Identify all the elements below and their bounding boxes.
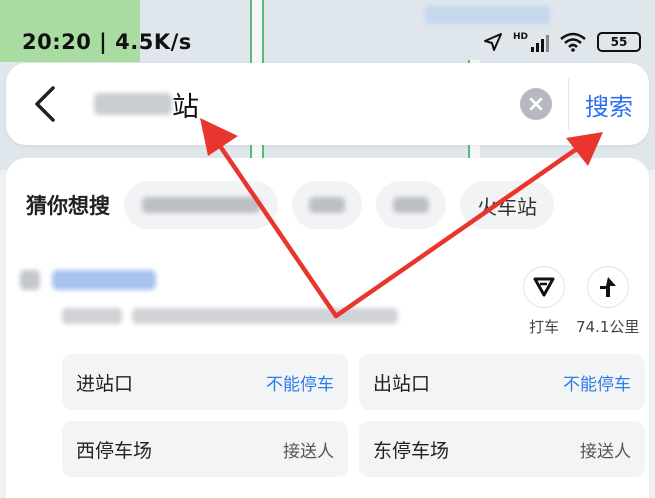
poi-title[interactable] [20, 270, 156, 290]
tile-exit[interactable]: 出站口 不能停车 [359, 354, 645, 410]
status-bar: 20:20 | 4.5K/s HD 55 [0, 24, 655, 60]
route-arrow-icon [599, 277, 616, 297]
close-icon [529, 97, 543, 111]
tile-west-parking[interactable]: 西停车场 接送人 [62, 421, 348, 477]
search-bar: 站 搜索 [6, 63, 649, 145]
taxi-label: 打车 [528, 318, 559, 336]
tile-entrance[interactable]: 进站口 不能停车 [62, 354, 348, 410]
chevron-left-icon [35, 86, 55, 122]
taxi-icon [533, 277, 555, 297]
suggestion-chip[interactable] [124, 181, 278, 229]
wifi-icon [560, 32, 586, 52]
status-time-speed: 20:20 | 4.5K/s [22, 30, 192, 54]
tile-tag: 不能停车 [266, 374, 334, 395]
blurred-address-text [62, 308, 122, 324]
search-query-suffix: 站 [172, 91, 199, 123]
clear-button[interactable] [520, 88, 552, 120]
suggestion-chip[interactable] [376, 181, 446, 229]
back-button[interactable] [6, 63, 84, 145]
taxi-icon-circle [523, 266, 565, 308]
cellular-signal: HD [512, 31, 549, 52]
route-button[interactable]: 74.1公里 [576, 266, 639, 337]
guess-label: 猜你想搜 [26, 194, 110, 218]
suggestion-chip-train-station[interactable]: 火车站 [460, 181, 554, 229]
signal-bars-icon [531, 34, 549, 52]
blurred-address-text [132, 308, 398, 324]
tile-name: 西停车场 [76, 439, 153, 462]
taxi-button[interactable]: 打车 [523, 266, 565, 337]
blurred-chip-text [393, 197, 429, 213]
suggestion-chip[interactable] [292, 181, 362, 229]
tile-east-parking[interactable]: 东停车场 接送人 [359, 421, 645, 477]
search-input[interactable]: 站 [84, 85, 520, 124]
location-arrow-icon [483, 33, 502, 51]
blurred-poi-name [52, 270, 156, 290]
search-result-panel: 猜你想搜 火车站 打车 74.1公里 进站口 不能停车 出站口 不能停车 西停车… [6, 158, 649, 498]
poi-address [62, 308, 398, 324]
network-badge: HD [512, 31, 528, 42]
distance-label: 74.1公里 [576, 318, 640, 336]
search-button[interactable]: 搜索 [569, 87, 649, 122]
blurred-poi-icon [20, 270, 40, 290]
blurred-chip-text [142, 197, 260, 213]
tile-name: 东停车场 [373, 439, 450, 462]
tile-tag: 不能停车 [563, 374, 631, 395]
blurred-query-text [94, 93, 172, 115]
map-blurred-label [425, 6, 550, 24]
guess-you-search-row: 猜你想搜 火车站 [6, 180, 568, 230]
tile-tag: 接送人 [580, 441, 631, 462]
tile-tag: 接送人 [283, 441, 334, 462]
status-icons: HD 55 [483, 32, 641, 52]
battery-indicator: 55 [597, 32, 641, 52]
tile-name: 进站口 [76, 372, 134, 395]
tile-name: 出站口 [373, 372, 431, 395]
route-icon-circle [586, 266, 629, 308]
blurred-chip-text [309, 197, 345, 213]
